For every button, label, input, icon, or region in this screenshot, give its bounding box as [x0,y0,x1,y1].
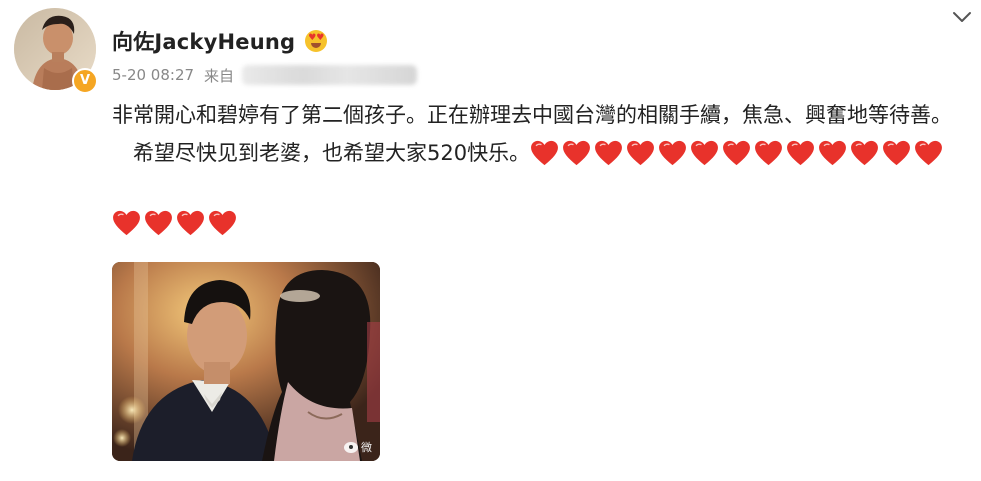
red-heart-icon [209,210,236,236]
author-row: 向佐JackyHeung ♥ ♥ [112,26,328,56]
red-heart-icon [531,140,559,166]
author-name[interactable]: 向佐JackyHeung [112,26,295,56]
post-source-label: 来自 [204,66,235,85]
red-heart-icon [883,140,911,166]
red-heart-icon [595,140,623,166]
red-heart-icon [851,140,879,166]
verified-badge: V [72,68,98,94]
red-heart-icon [563,140,591,166]
red-heart-icon [659,140,687,166]
post-source-blurred [242,65,418,85]
photo-couple-ballroom [112,262,380,461]
hearts-inline-group [530,140,946,166]
post-meta: 5-20 08:27 来自 [112,64,418,86]
chevron-down-icon[interactable] [952,10,972,24]
red-heart-icon [113,210,140,236]
post-image[interactable]: 微 [112,262,380,461]
post-timestamp[interactable]: 5-20 08:27 [112,66,194,84]
weibo-watermark-icon: 微 [344,439,372,455]
post-paragraph-2: 希望尽快见到老婆，也希望大家520快乐。 [112,134,972,172]
red-heart-icon [177,210,204,236]
post-paragraph-1: 非常開心和碧婷有了第二個孩子。正在辦理去中國台灣的相關手續，焦急、興奮地等待善。 [112,103,952,127]
post-paragraph-2-text: 希望尽快见到老婆，也希望大家520快乐。 [133,141,531,165]
red-heart-icon [145,210,172,236]
post-body: 非常開心和碧婷有了第二個孩子。正在辦理去中國台灣的相關手續，焦急、興奮地等待善。… [112,96,972,172]
red-heart-icon [691,140,719,166]
red-heart-icon [723,140,751,166]
weibo-post: V 向佐JackyHeung ♥ ♥ 5-20 08:27 来自 非常開心和碧婷有… [0,0,981,481]
red-heart-icon [787,140,815,166]
red-heart-icon [819,140,847,166]
red-heart-icon [915,140,943,166]
red-heart-icon [627,140,655,166]
hearts-second-row [112,210,240,240]
red-heart-icon [755,140,783,166]
heart-eyes-emoji-icon: ♥ ♥ [305,30,328,52]
